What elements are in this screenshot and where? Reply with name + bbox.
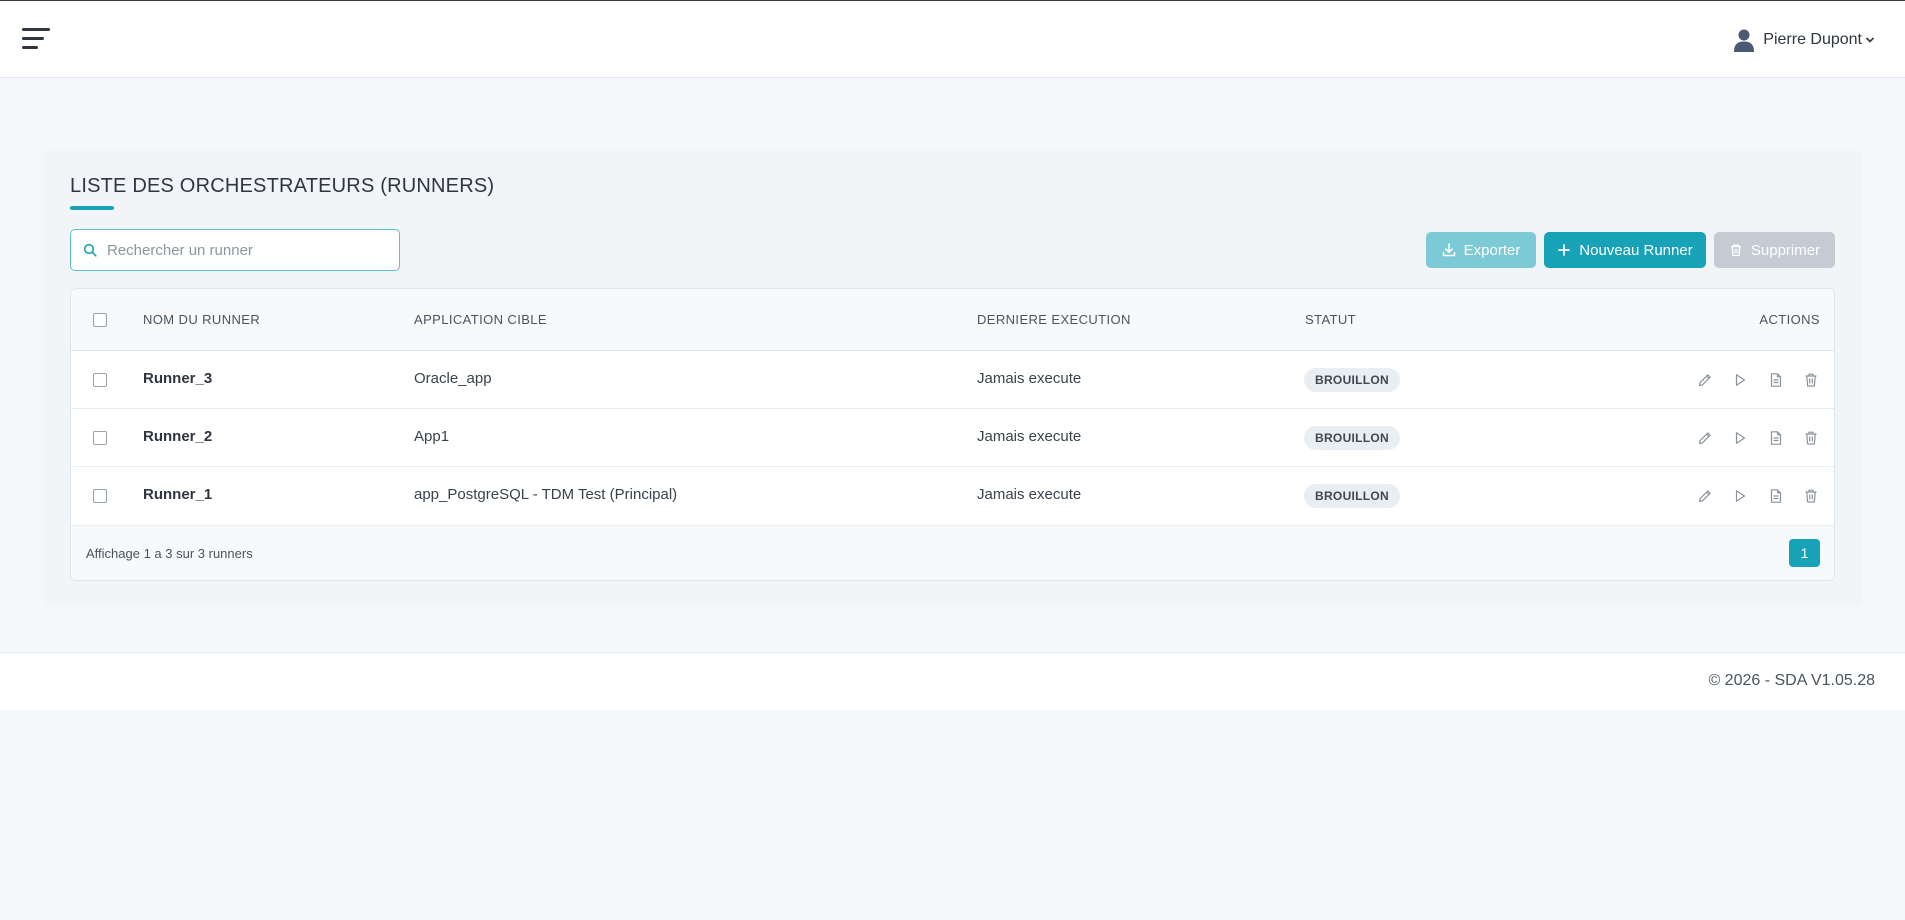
edit-icon[interactable] [1697, 488, 1713, 504]
row-checkbox[interactable] [93, 431, 107, 445]
table-header: NOM DU RUNNER APPLICATION CIBLE DERNIERE… [71, 289, 1834, 351]
trash-icon[interactable] [1803, 372, 1819, 388]
runner-name[interactable]: Runner_3 [143, 370, 212, 387]
pagination-page-1[interactable]: 1 [1789, 539, 1820, 567]
copyright: © 2026 - SDA V1.05.28 [1708, 672, 1875, 689]
download-icon [1442, 243, 1455, 257]
delete-label: Supprimer [1750, 241, 1821, 259]
column-header-name[interactable]: NOM DU RUNNER [143, 312, 260, 327]
table-row[interactable]: Runner_1 app_PostgreSQL - TDM Test (Prin… [71, 467, 1834, 526]
user-icon [1734, 29, 1755, 52]
column-header-actions: ACTIONS [1759, 312, 1820, 327]
column-header-last-run[interactable]: DERNIERE EXECUTION [977, 312, 1131, 327]
last-run: Jamais execute [977, 486, 1082, 503]
search-icon [83, 243, 97, 257]
search-input[interactable] [107, 241, 387, 259]
target-app: app_PostgreSQL - TDM Test (Principal) [414, 486, 678, 503]
edit-icon[interactable] [1697, 430, 1713, 446]
page-title: LISTE DES ORCHESTRATEURS (RUNNERS) [70, 175, 495, 197]
play-icon[interactable] [1732, 488, 1748, 504]
new-runner-label: Nouveau Runner [1579, 241, 1693, 259]
status-badge: BROUILLON [1304, 484, 1401, 508]
runner-name[interactable]: Runner_1 [143, 486, 212, 503]
page-footer: © 2026 - SDA V1.05.28 [0, 652, 1905, 710]
column-header-status[interactable]: STATUT [1305, 312, 1356, 327]
pagination-info: Affichage 1 a 3 sur 3 runners [86, 546, 253, 561]
hamburger-icon[interactable] [22, 28, 50, 52]
title-underline [70, 206, 114, 210]
status-badge: BROUILLON [1304, 368, 1401, 392]
file-icon[interactable] [1768, 488, 1784, 504]
table-row[interactable]: Runner_3 Oracle_app Jamais execute BROUI… [71, 351, 1834, 409]
last-run: Jamais execute [977, 370, 1082, 387]
trash-icon [1730, 244, 1741, 257]
top-bar: Pierre Dupont [0, 0, 1905, 78]
file-icon[interactable] [1768, 372, 1784, 388]
trash-icon[interactable] [1803, 430, 1819, 446]
last-run: Jamais execute [977, 428, 1082, 445]
user-name: Pierre Dupont [1763, 31, 1862, 48]
row-checkbox[interactable] [93, 373, 107, 387]
plus-icon [1558, 244, 1571, 256]
search-box[interactable] [70, 229, 400, 271]
select-all-checkbox[interactable] [93, 313, 107, 327]
runners-card: LISTE DES ORCHESTRATEURS (RUNNERS) Expor… [44, 150, 1862, 606]
export-button[interactable]: Exporter [1426, 232, 1536, 268]
delete-button[interactable]: Supprimer [1714, 232, 1835, 268]
play-icon[interactable] [1732, 372, 1748, 388]
new-runner-button[interactable]: Nouveau Runner [1544, 232, 1706, 268]
play-icon[interactable] [1732, 430, 1748, 446]
edit-icon[interactable] [1697, 372, 1713, 388]
table-row[interactable]: Runner_2 App1 Jamais execute BROUILLON [71, 409, 1834, 467]
status-badge: BROUILLON [1304, 426, 1401, 450]
file-icon[interactable] [1768, 430, 1784, 446]
target-app: App1 [414, 428, 450, 445]
trash-icon[interactable] [1803, 488, 1819, 504]
chevron-down-icon [1865, 37, 1875, 43]
runners-table: NOM DU RUNNER APPLICATION CIBLE DERNIERE… [70, 288, 1835, 581]
user-menu[interactable]: Pierre Dupont [1733, 27, 1875, 53]
column-header-app[interactable]: APPLICATION CIBLE [414, 312, 547, 327]
row-checkbox[interactable] [93, 489, 107, 503]
target-app: Oracle_app [414, 370, 492, 387]
export-label: Exporter [1463, 241, 1521, 259]
table-footer: Affichage 1 a 3 sur 3 runners 1 [71, 526, 1834, 580]
runner-name[interactable]: Runner_2 [143, 428, 212, 445]
